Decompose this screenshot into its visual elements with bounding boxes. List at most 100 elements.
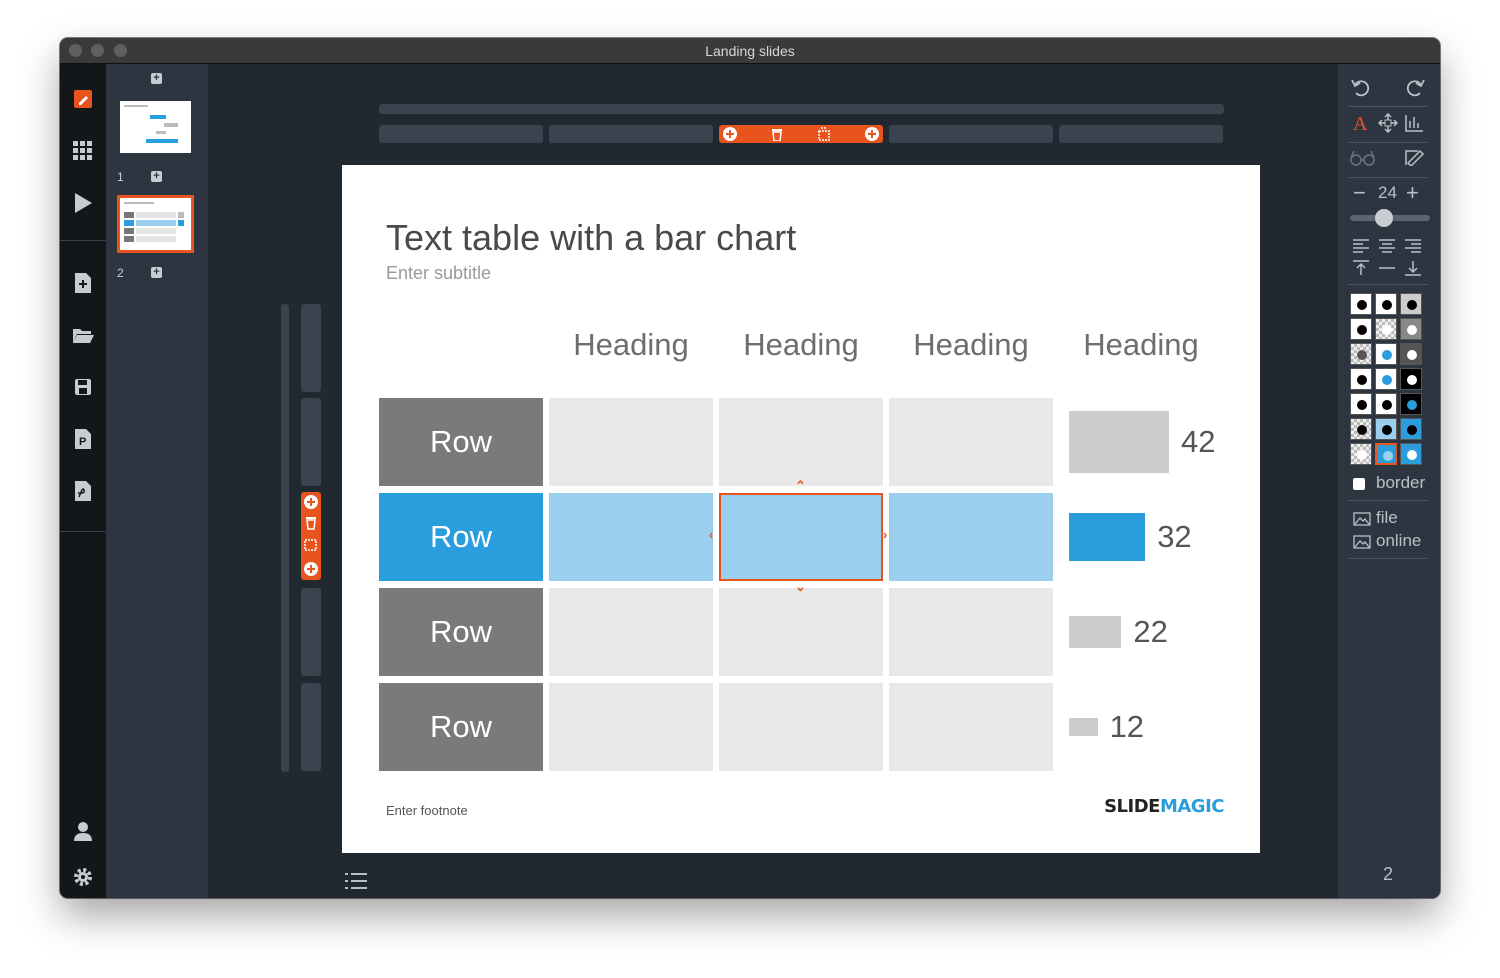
chart-bar[interactable]	[1069, 615, 1122, 649]
add-row-icon[interactable]	[304, 495, 318, 509]
column-width-handle[interactable]	[379, 104, 1224, 114]
add-column-icon[interactable]	[865, 127, 879, 141]
color-swatch[interactable]	[1400, 443, 1422, 465]
column-heading[interactable]: Heading	[1059, 327, 1223, 363]
color-swatch[interactable]	[1350, 343, 1372, 365]
row-handle-1[interactable]	[301, 398, 321, 486]
border-checkbox[interactable]	[1353, 478, 1365, 490]
slide-title[interactable]: Text table with a bar chart	[386, 217, 796, 259]
increase-font-size-button[interactable]: +	[1406, 180, 1419, 206]
insert-image-online-link[interactable]: online	[1376, 531, 1421, 551]
table-cell[interactable]	[889, 398, 1053, 486]
row-handle-0[interactable]	[301, 304, 321, 392]
color-swatch[interactable]	[1375, 318, 1397, 340]
row-label-cell[interactable]: Row	[379, 683, 543, 771]
table-cell[interactable]	[549, 683, 713, 771]
align-right-icon[interactable]	[1404, 239, 1422, 253]
color-swatch[interactable]	[1400, 318, 1422, 340]
slide-subtitle[interactable]: Enter subtitle	[386, 263, 491, 284]
edit-icon[interactable]	[72, 88, 94, 110]
column-handle-2[interactable]	[549, 125, 713, 143]
settings-gear-icon[interactable]	[72, 866, 94, 888]
move-icon[interactable]	[1378, 113, 1398, 133]
color-swatch[interactable]	[1400, 418, 1422, 440]
row-height-handle[interactable]	[281, 304, 289, 772]
row-label-cell[interactable]: Row	[379, 588, 543, 676]
color-swatch[interactable]	[1400, 393, 1422, 415]
color-swatch[interactable]	[1350, 318, 1372, 340]
add-row-icon[interactable]	[304, 562, 318, 576]
slide-footnote[interactable]: Enter footnote	[386, 803, 468, 818]
resize-right-handle-icon[interactable]: ›	[883, 527, 887, 542]
export-pdf-icon[interactable]	[72, 480, 94, 502]
table-cell[interactable]	[549, 588, 713, 676]
chart-bar[interactable]	[1069, 411, 1169, 473]
pen-signature-icon[interactable]	[1404, 148, 1426, 166]
align-left-icon[interactable]	[1352, 239, 1370, 253]
resize-down-handle-icon[interactable]: ⌄	[795, 579, 806, 595]
table-cell[interactable]	[719, 683, 883, 771]
column-heading[interactable]: Heading	[549, 327, 713, 363]
column-handle-1[interactable]	[379, 125, 543, 143]
chart-bar[interactable]	[1069, 513, 1146, 561]
chart-icon[interactable]	[1404, 113, 1424, 133]
row-handle-3[interactable]	[301, 588, 321, 676]
user-icon[interactable]	[72, 820, 94, 842]
column-heading[interactable]: Heading	[719, 327, 883, 363]
resize-up-handle-icon[interactable]: ⌃	[795, 478, 806, 494]
undo-icon[interactable]	[1350, 76, 1372, 98]
duplicate-column-icon[interactable]	[817, 127, 831, 141]
add-slide-button[interactable]: +	[151, 171, 162, 182]
play-icon[interactable]	[72, 192, 94, 214]
export-powerpoint-icon[interactable]: P	[72, 428, 94, 450]
align-top-icon[interactable]	[1352, 260, 1370, 276]
resize-left-handle-icon[interactable]: ‹	[709, 527, 713, 542]
align-middle-icon[interactable]	[1378, 260, 1396, 276]
add-column-icon[interactable]	[723, 127, 737, 141]
insert-image-file-link[interactable]: file	[1376, 508, 1398, 528]
decrease-font-size-button[interactable]: −	[1353, 180, 1366, 206]
color-swatch[interactable]	[1350, 393, 1372, 415]
color-swatch[interactable]	[1400, 368, 1422, 390]
color-swatch[interactable]	[1350, 368, 1372, 390]
duplicate-row-icon[interactable]	[304, 539, 317, 551]
color-swatch[interactable]	[1350, 293, 1372, 315]
color-swatch[interactable]	[1350, 418, 1372, 440]
delete-column-icon[interactable]	[771, 127, 783, 141]
save-icon[interactable]	[72, 376, 94, 398]
delete-row-icon[interactable]	[306, 517, 316, 530]
redo-icon[interactable]	[1404, 76, 1426, 98]
table-cell[interactable]	[889, 493, 1053, 581]
table-cell[interactable]	[549, 398, 713, 486]
color-swatch[interactable]	[1375, 343, 1397, 365]
table-cell[interactable]	[719, 588, 883, 676]
new-file-icon[interactable]	[72, 272, 94, 294]
color-swatch[interactable]	[1375, 293, 1397, 315]
selected-table-cell[interactable]	[719, 493, 883, 581]
font-size-slider-thumb[interactable]	[1375, 209, 1393, 227]
table-cell[interactable]	[889, 588, 1053, 676]
grid-view-icon[interactable]	[72, 140, 94, 162]
slide-thumbnail-1[interactable]	[120, 101, 191, 153]
text-color-icon[interactable]: A	[1352, 113, 1370, 133]
color-swatch[interactable]	[1350, 443, 1372, 465]
color-swatch[interactable]	[1375, 418, 1397, 440]
column-handle-5[interactable]	[1059, 125, 1223, 143]
row-handle-4[interactable]	[301, 683, 321, 771]
column-handle-4[interactable]	[889, 125, 1053, 143]
table-cell[interactable]	[549, 493, 713, 581]
color-swatch[interactable]	[1375, 368, 1397, 390]
row-label-cell[interactable]: Row	[379, 398, 543, 486]
color-swatch[interactable]	[1375, 443, 1397, 465]
chart-bar[interactable]	[1069, 718, 1098, 736]
table-cell[interactable]	[719, 398, 883, 486]
color-swatch[interactable]	[1400, 293, 1422, 315]
table-cell[interactable]	[889, 683, 1053, 771]
color-swatch[interactable]	[1375, 393, 1397, 415]
add-slide-button[interactable]: +	[151, 267, 162, 278]
glasses-icon[interactable]	[1350, 148, 1376, 166]
color-swatch[interactable]	[1400, 343, 1422, 365]
column-heading[interactable]: Heading	[889, 327, 1053, 363]
slide-thumbnail-2[interactable]	[120, 198, 191, 250]
align-bottom-icon[interactable]	[1404, 260, 1422, 276]
